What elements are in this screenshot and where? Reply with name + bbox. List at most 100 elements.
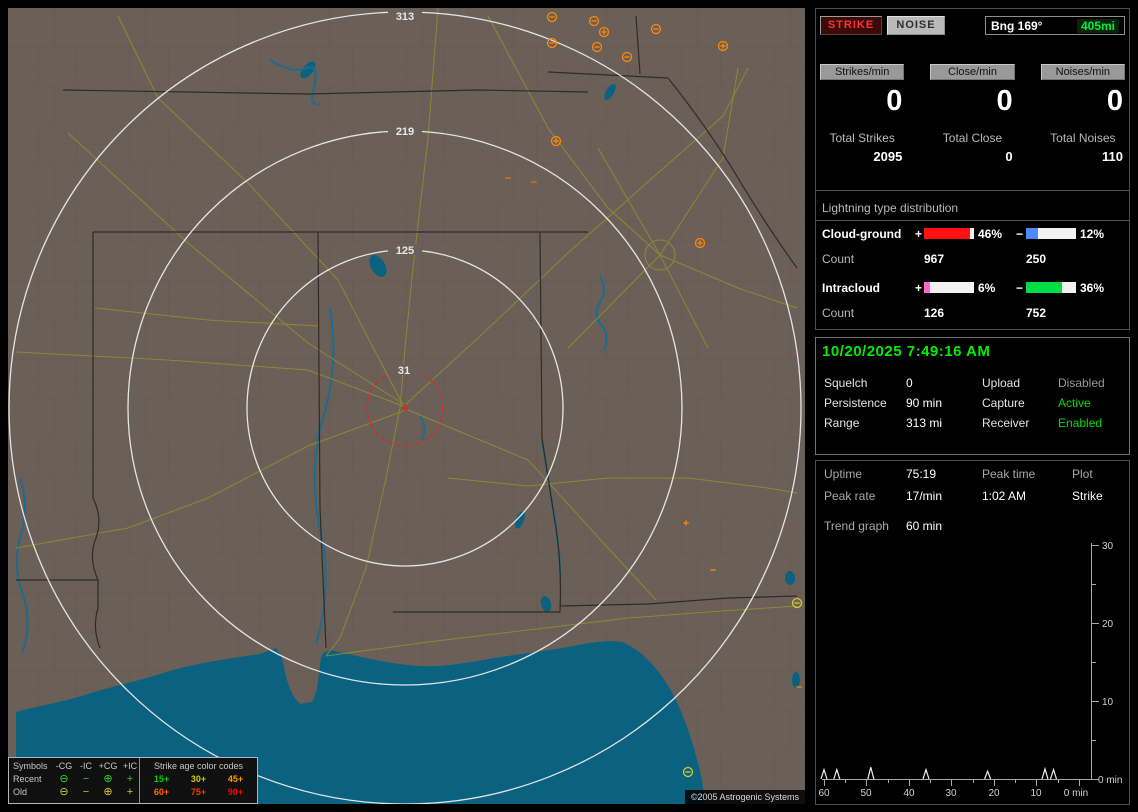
age-15: 15+ <box>153 774 170 784</box>
bearing-range-display: Bng 169° 405mi <box>985 16 1125 35</box>
trend-section: Uptime 75:19 Peak time Plot Peak rate 17… <box>815 460 1130 805</box>
old-minus-icon: − <box>82 786 90 798</box>
total-noises-value: 110 <box>1102 149 1123 164</box>
plot-value: Strike <box>1072 489 1103 503</box>
trend-spikes-series <box>820 766 1058 780</box>
app-window: { "map": { "copyright": "©2005 Astrogeni… <box>0 0 1138 812</box>
legend-col-neg-cg: -CG <box>55 761 73 771</box>
capture-label: Capture <box>982 396 1025 410</box>
trend-tick-labels: 30 20 10 0 min 60 50 40 30 20 10 0 min <box>818 541 1122 799</box>
strike-mode-button[interactable]: STRIKE <box>820 16 882 35</box>
total-strikes-value: 2095 <box>873 149 903 164</box>
persistence-label: Persistence <box>824 396 887 410</box>
close-per-min-value: 0 <box>996 85 1013 117</box>
age-60: 60+ <box>153 787 170 797</box>
cloud-ground-label: Cloud-ground <box>822 227 902 241</box>
status-row: Persistence 90 min Capture Active <box>816 396 1129 412</box>
upload-status: Disabled <box>1058 376 1105 390</box>
trend-graph-row: Trend graph 60 min <box>816 519 1129 535</box>
total-noises-label: Total Noises <box>1050 131 1116 145</box>
bearing-value: Bng 169° <box>991 18 1043 33</box>
capture-status: Active <box>1058 396 1091 410</box>
ic-positive-percent: 6% <box>978 281 996 295</box>
y-tick-0: 0 min <box>1098 775 1122 786</box>
x-tick-0: 0 min <box>1064 788 1088 799</box>
status-section: 10/20/2025 7:49:16 AM Squelch 0 Upload D… <box>815 337 1130 455</box>
x-tick-20: 20 <box>988 788 1000 799</box>
legend-col-pos-ic: +IC <box>122 761 138 771</box>
y-tick-20: 20 <box>1102 619 1114 630</box>
age-30: 30+ <box>190 774 207 784</box>
side-panel: STRIKE NOISE Bng 169° 405mi Strikes/min … <box>815 8 1130 805</box>
squelch-value: 0 <box>906 376 913 390</box>
session-row: Peak rate 17/min 1:02 AM Strike <box>816 489 1129 505</box>
total-values-row: 2095 0 110 <box>820 149 1125 164</box>
total-labels-row: Total Strikes Total Close Total Noises <box>820 131 1125 145</box>
total-strikes-label: Total Strikes <box>829 131 895 145</box>
x-tick-50: 50 <box>860 788 872 799</box>
receiver-status: Enabled <box>1058 416 1103 430</box>
ring-label-313: 313 <box>396 11 414 23</box>
cg-positive-bar <box>924 228 974 239</box>
trend-graph: 30 20 10 0 min 60 50 40 30 20 10 0 min <box>818 537 1128 803</box>
cg-negative-percent: 12% <box>1080 227 1105 241</box>
rates-section: STRIKE NOISE Bng 169° 405mi Strikes/min … <box>815 8 1130 330</box>
legend-age-codes: Strike age color codes 15+ 30+ 45+ 60+ 7… <box>139 758 257 803</box>
legend-old-label: Old <box>13 787 28 797</box>
divider <box>816 220 1129 221</box>
ring-label-31: 31 <box>398 365 410 377</box>
persistence-value: 90 min <box>906 396 943 410</box>
distribution-title: Lightning type distribution <box>822 201 959 215</box>
legend-age-title: Strike age color codes <box>153 761 244 771</box>
status-row: Squelch 0 Upload Disabled <box>816 376 1129 392</box>
x-tick-40: 40 <box>903 788 915 799</box>
divider <box>816 190 1129 191</box>
map-canvas: 313 219 125 31 <box>8 8 805 804</box>
ic-positive-count: 126 <box>924 306 945 320</box>
datetime-display: 10/20/2025 7:49:16 AM <box>822 343 991 360</box>
range-label: Range <box>824 416 860 430</box>
legend-symbols-title: Symbols <box>13 761 48 771</box>
plot-label: Plot <box>1072 467 1093 481</box>
squelch-label: Squelch <box>824 376 868 390</box>
ic-negative-bar <box>1026 282 1076 293</box>
trend-window-value: 60 min <box>906 519 943 533</box>
total-close-label: Total Close <box>942 131 1003 145</box>
peak-rate-value: 17/min <box>906 489 943 503</box>
cg-negative-count: 250 <box>1026 252 1047 266</box>
y-tick-30: 30 <box>1102 541 1114 552</box>
peak-time-value: 1:02 AM <box>982 489 1027 503</box>
mode-header-row: STRIKE NOISE Bng 169° 405mi <box>820 16 1125 35</box>
count-label: Count <box>822 306 855 320</box>
strikes-per-min-button[interactable]: Strikes/min <box>820 64 905 80</box>
ic-positive-bar <box>924 282 974 293</box>
strikes-per-min-value: 0 <box>886 85 903 117</box>
peak-rate-label: Peak rate <box>824 489 876 503</box>
legend-recent-label: Recent <box>13 774 42 784</box>
minus-sign: − <box>1016 227 1024 241</box>
range-setting-value: 313 mi <box>906 416 943 430</box>
total-close-value: 0 <box>1005 149 1013 164</box>
legend-col-pos-cg: +CG <box>98 761 118 771</box>
map-legend: Symbols -CG -IC +CG +IC Recent ⊖ − ⊕ + O… <box>8 757 258 804</box>
radar-map[interactable]: 313 219 125 31 Symbols -CG -IC +CG +IC R… <box>8 8 805 804</box>
rate-values-row: 0 0 0 <box>820 85 1125 117</box>
recent-circle-plus-icon: ⊕ <box>103 773 113 785</box>
noise-mode-button[interactable]: NOISE <box>887 16 945 35</box>
rate-buttons-row: Strikes/min Close/min Noises/min <box>820 64 1125 80</box>
upload-label: Upload <box>982 376 1021 390</box>
noises-per-min-button[interactable]: Noises/min <box>1040 64 1125 80</box>
ic-negative-count: 752 <box>1026 306 1047 320</box>
legend-col-neg-ic: -IC <box>80 761 92 771</box>
noises-per-min-value: 0 <box>1106 85 1123 117</box>
recent-plus-icon: + <box>126 773 134 785</box>
peak-time-label: Peak time <box>982 467 1036 481</box>
plus-sign: + <box>915 227 923 241</box>
intracloud-row: Intracloud + 6% − 36% <box>816 281 1129 295</box>
old-circle-minus-icon: ⊖ <box>59 786 69 798</box>
close-per-min-button[interactable]: Close/min <box>930 64 1015 80</box>
intracloud-label: Intracloud <box>822 281 881 295</box>
recent-minus-icon: − <box>82 773 90 785</box>
age-90: 90+ <box>227 787 244 797</box>
range-value: 405mi <box>1076 18 1119 33</box>
